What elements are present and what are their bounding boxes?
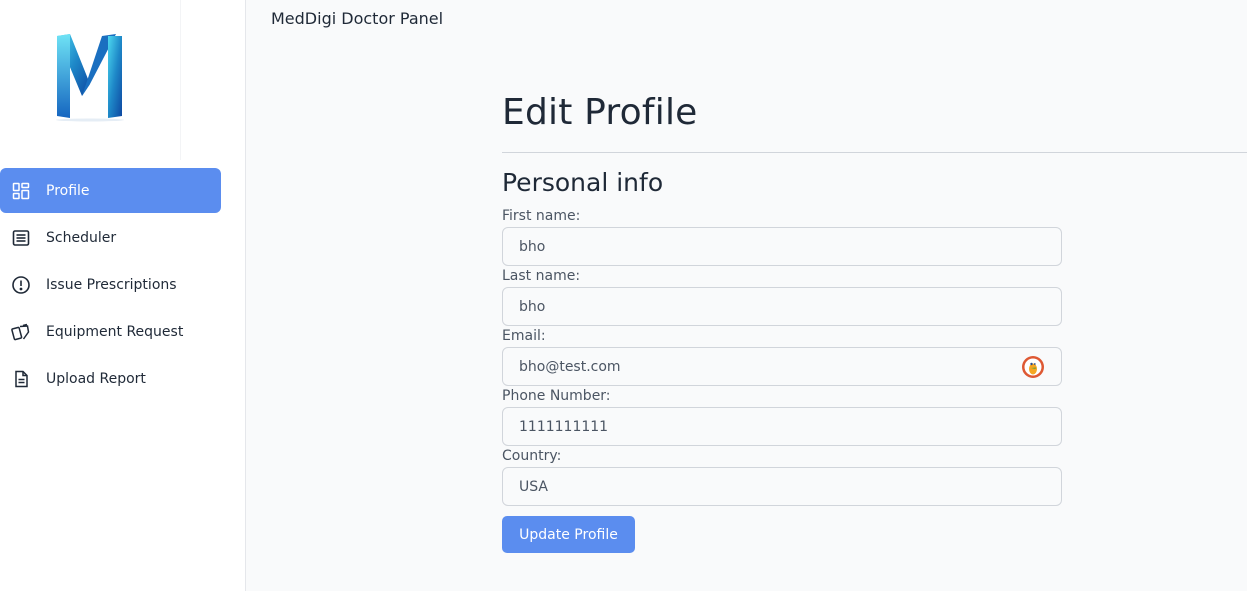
document-icon — [11, 369, 31, 389]
first-name-label: First name: — [502, 208, 581, 224]
phone-field[interactable] — [502, 407, 1062, 446]
first-name-field[interactable] — [502, 227, 1062, 266]
last-name-label: Last name: — [502, 268, 581, 284]
country-field[interactable] — [502, 467, 1062, 506]
sidebar-nav: Profile Scheduler Issue Prescriptions Eq… — [0, 168, 246, 403]
last-name-field[interactable] — [502, 287, 1062, 326]
cards-icon — [11, 322, 31, 342]
sidebar-item-label: Scheduler — [46, 229, 117, 246]
phone-label: Phone Number: — [502, 388, 611, 404]
duckduckgo-icon[interactable] — [1021, 355, 1045, 379]
sidebar: Profile Scheduler Issue Prescriptions Eq… — [0, 0, 246, 591]
dashboard-icon — [11, 181, 31, 201]
sidebar-item-issue-prescriptions[interactable]: Issue Prescriptions — [0, 262, 221, 307]
country-label: Country: — [502, 448, 562, 464]
sidebar-item-label: Equipment Request — [46, 323, 184, 340]
app-title: MedDigi Doctor Panel — [271, 9, 444, 28]
meddigi-logo-icon — [56, 34, 124, 122]
page-title: Edit Profile — [502, 92, 698, 133]
email-label: Email: — [502, 328, 546, 344]
section-title: Personal info — [502, 168, 664, 197]
sidebar-item-scheduler[interactable]: Scheduler — [0, 215, 221, 260]
sidebar-item-equipment-request[interactable]: Equipment Request — [0, 309, 221, 354]
sidebar-item-label: Issue Prescriptions — [46, 276, 177, 293]
logo — [0, 0, 181, 160]
divider — [502, 152, 1247, 153]
sidebar-item-label: Profile — [46, 182, 90, 199]
list-icon — [11, 228, 31, 248]
sidebar-item-profile[interactable]: Profile — [0, 168, 221, 213]
sidebar-item-upload-report[interactable]: Upload Report — [0, 356, 221, 401]
sidebar-item-label: Upload Report — [46, 370, 146, 387]
update-profile-button[interactable]: Update Profile — [502, 516, 635, 553]
alert-circle-icon — [11, 275, 31, 295]
email-field[interactable] — [502, 347, 1062, 386]
